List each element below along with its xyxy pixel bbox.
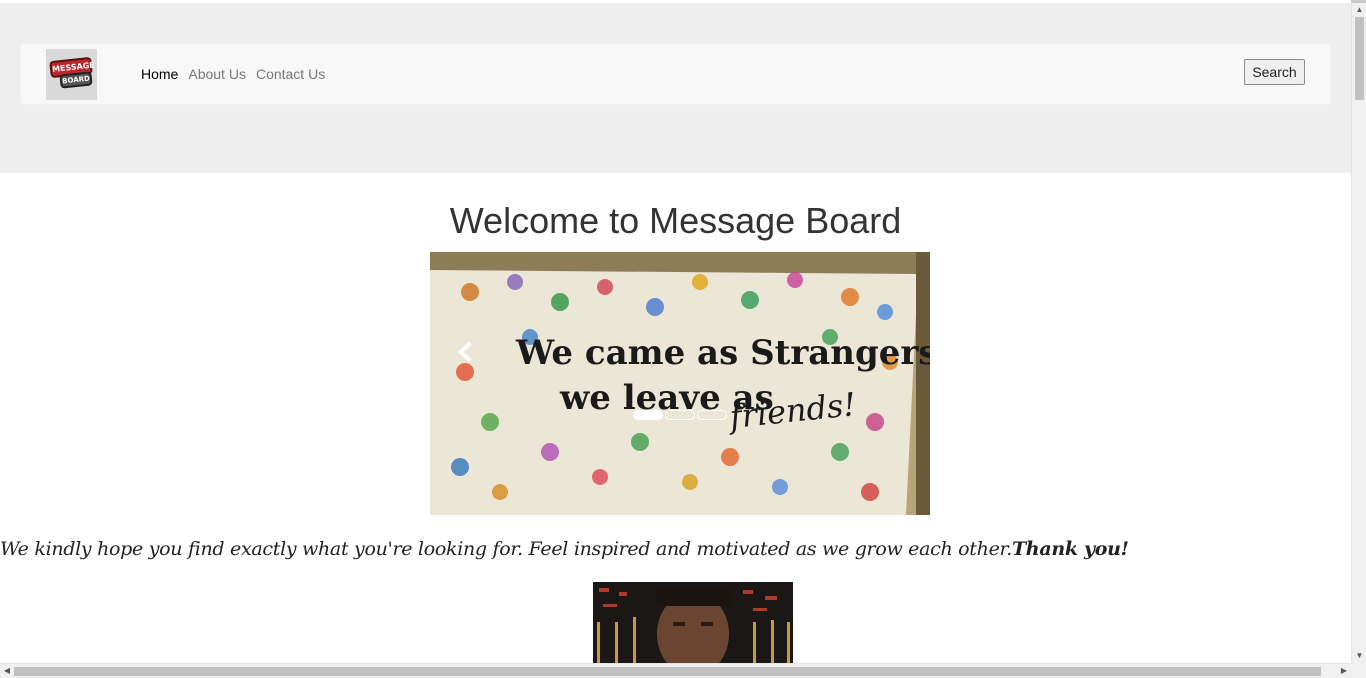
- nav-link-about-us[interactable]: About Us: [188, 66, 246, 82]
- carousel-indicator-2[interactable]: [665, 410, 695, 420]
- carousel-slide-image: We came as Strangers we leave as friends…: [430, 252, 930, 515]
- welcome-tagline: We kindly hope you find exactly what you…: [0, 538, 1129, 560]
- vertical-scrollbar[interactable]: ▲ ▼: [1351, 3, 1366, 663]
- nav-link-contact-us[interactable]: Contact Us: [256, 66, 325, 82]
- scroll-left-icon[interactable]: ◀: [2, 666, 12, 676]
- tagline-text: We kindly hope you find exactly what you…: [0, 538, 1012, 560]
- horizontal-scrollbar[interactable]: ◀ ▶: [0, 663, 1351, 678]
- scroll-down-icon[interactable]: ▼: [1355, 651, 1364, 661]
- logo-badge-board: BOARD: [59, 71, 93, 89]
- scrollbar-corner: [1351, 663, 1366, 678]
- search-button[interactable]: Search: [1244, 59, 1305, 85]
- page-title: Welcome to Message Board: [449, 200, 902, 241]
- site-logo[interactable]: MESSAGE BOARD: [46, 49, 97, 100]
- nav-link-home[interactable]: Home: [141, 66, 178, 82]
- svg-text:We came as Strangers: We came as Strangers: [515, 333, 930, 373]
- navbar: MESSAGE BOARD Home About Us Contact Us S…: [20, 43, 1331, 105]
- tagline-thank-you: Thank you!: [1011, 538, 1129, 560]
- scroll-up-icon[interactable]: ▲: [1355, 5, 1364, 15]
- nav-links: Home About Us Contact Us: [141, 44, 325, 104]
- carousel-prev-button[interactable]: [452, 337, 478, 367]
- carousel-indicators: [633, 410, 727, 420]
- profile-photo: [593, 582, 793, 663]
- vertical-scroll-thumb[interactable]: [1355, 17, 1364, 100]
- carousel-indicator-3[interactable]: [697, 410, 727, 420]
- carousel-indicator-1[interactable]: [633, 410, 663, 420]
- horizontal-scroll-thumb[interactable]: [14, 667, 1321, 676]
- image-carousel[interactable]: We came as Strangers we leave as friends…: [430, 252, 930, 515]
- chevron-left-icon: [458, 341, 472, 363]
- header-jumbotron: MESSAGE BOARD Home About Us Contact Us S…: [0, 3, 1351, 173]
- scroll-right-icon[interactable]: ▶: [1339, 666, 1349, 676]
- page-viewport: MESSAGE BOARD Home About Us Contact Us S…: [0, 0, 1351, 663]
